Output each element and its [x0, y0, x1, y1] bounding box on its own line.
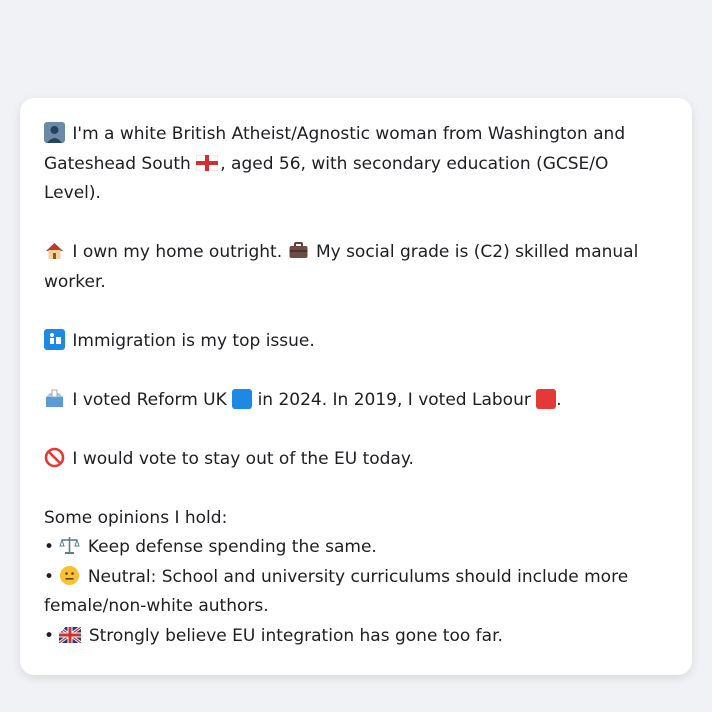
briefcase-icon — [288, 240, 309, 261]
top-issue-text: Immigration is my top issue. — [72, 330, 315, 351]
passport-control-icon — [44, 328, 65, 350]
vote-2024-text: I voted Reform UK — [72, 389, 227, 410]
england-flag-icon — [195, 154, 219, 171]
housing-paragraph: I own my home outright. My social grade … — [44, 238, 670, 297]
home-ownership-text: I own my home outright. — [72, 242, 283, 262]
issue-paragraph: Immigration is my top issue. — [44, 327, 670, 357]
vote-2019-text: in 2024. In 2019, I voted Labour — [257, 389, 531, 410]
opinion-text: Neutral: School and university curriculu… — [44, 566, 629, 617]
house-icon — [44, 240, 65, 261]
bullet: • — [44, 537, 55, 557]
person-silhouette-icon — [44, 122, 65, 143]
opinion-text: Keep defense spending the same. — [87, 537, 377, 557]
bubble-tail — [42, 613, 78, 633]
persona-message-bubble: I'm a white British Atheist/Agnostic wom… — [20, 98, 692, 675]
opinion-item: • Keep defense spending the same. — [44, 533, 670, 563]
neutral-face-icon — [59, 565, 80, 586]
bullet: • — [44, 566, 55, 587]
identity-paragraph: I'm a white British Atheist/Agnostic wom… — [44, 120, 670, 209]
reform-blue-square-icon — [232, 388, 253, 409]
opinion-item: • Neutral: School and university curricu… — [44, 563, 670, 622]
opinions-heading: Some opinions I hold: — [44, 507, 228, 528]
vote-period: . — [556, 389, 562, 410]
prohibited-icon — [44, 447, 65, 468]
eu-vote-text: I would vote to stay out of the EU today… — [72, 448, 414, 469]
scales-icon — [59, 535, 81, 556]
ballot-box-icon — [44, 388, 65, 409]
voting-paragraph: I voted Reform UK in 2024. In 2019, I vo… — [44, 386, 670, 416]
labour-red-square-icon — [536, 388, 557, 409]
opinion-text: Strongly believe EU integration has gone… — [88, 625, 503, 646]
eu-paragraph: I would vote to stay out of the EU today… — [44, 445, 670, 475]
opinion-item: • Strongly believe EU integration has go… — [44, 622, 670, 652]
